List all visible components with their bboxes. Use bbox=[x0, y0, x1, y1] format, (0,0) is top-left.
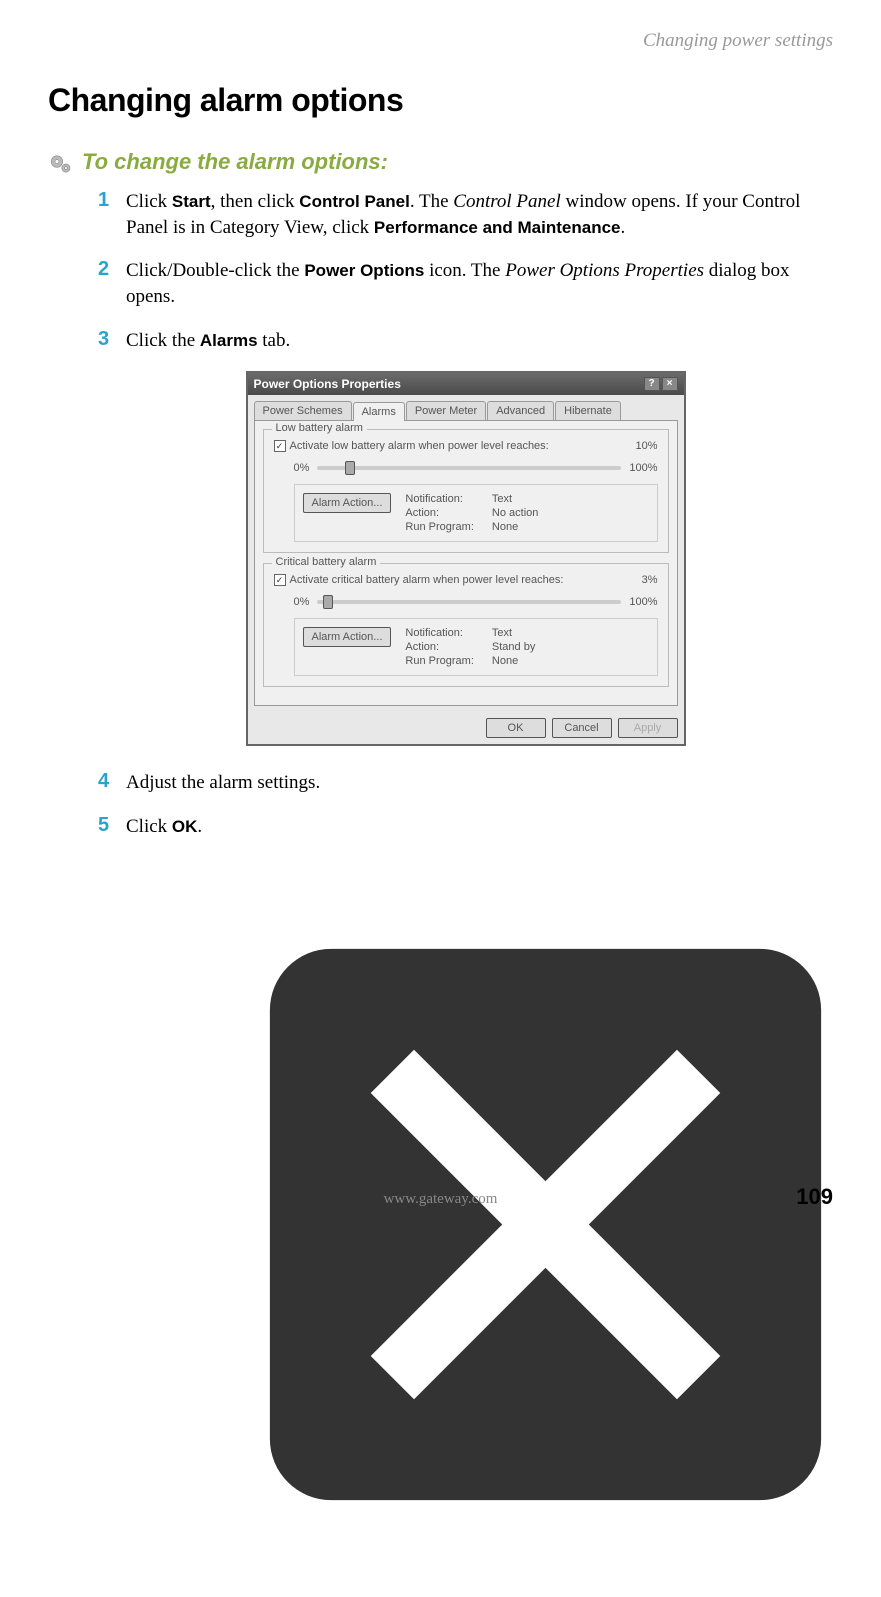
step-number: 3 bbox=[98, 328, 112, 351]
power-options-window: Power Options Properties ? × Power Schem… bbox=[246, 371, 686, 746]
help-icon[interactable]: ? bbox=[644, 377, 660, 391]
crit-percent: 3% bbox=[642, 574, 658, 586]
text: Adjust the alarm settings. bbox=[126, 772, 320, 793]
kv-val: Stand by bbox=[492, 641, 535, 653]
text: . The bbox=[410, 191, 453, 212]
footer-url: www.gateway.com bbox=[384, 1191, 498, 1208]
kv-key: Run Program: bbox=[405, 655, 473, 667]
text: icon. The bbox=[424, 260, 505, 281]
tab-power-schemes[interactable]: Power Schemes bbox=[254, 401, 352, 420]
text: Click bbox=[126, 191, 172, 212]
running-header: Changing power settings bbox=[48, 30, 833, 52]
page-number: 109 bbox=[796, 1184, 833, 1210]
page-footer: www.gateway.com bbox=[0, 1191, 881, 1208]
text: Click bbox=[126, 816, 172, 837]
tab-advanced[interactable]: Advanced bbox=[487, 401, 554, 420]
ok-button[interactable]: OK bbox=[486, 718, 546, 738]
tab-body: Low battery alarm ✓ Activate low battery… bbox=[254, 420, 678, 706]
slider-min: 0% bbox=[294, 596, 310, 608]
kv-val: None bbox=[492, 655, 535, 667]
tab-hibernate[interactable]: Hibernate bbox=[555, 401, 621, 420]
step-text: Click the Alarms tab. bbox=[126, 328, 290, 354]
step-4: 4 Adjust the alarm settings. bbox=[98, 770, 833, 796]
text: , then click bbox=[211, 191, 300, 212]
step-number: 1 bbox=[98, 189, 112, 212]
kv-key: Notification: bbox=[405, 627, 473, 639]
tabs-row: Power Schemes Alarms Power Meter Advance… bbox=[248, 395, 684, 420]
dialog-button-row: OK Cancel Apply bbox=[248, 712, 684, 744]
low-percent: 10% bbox=[635, 440, 657, 452]
bold: Start bbox=[172, 192, 211, 211]
kv-key: Notification: bbox=[405, 493, 473, 505]
kv-val: None bbox=[492, 521, 538, 533]
dialog-screenshot: Power Options Properties ? × Power Schem… bbox=[246, 371, 686, 746]
gears-icon bbox=[48, 151, 74, 177]
low-alarm-action-button[interactable]: Alarm Action... bbox=[303, 493, 392, 513]
kv-key: Action: bbox=[405, 507, 473, 519]
page-title: Changing alarm options bbox=[48, 82, 833, 119]
kv-key: Action: bbox=[405, 641, 473, 653]
slider-max: 100% bbox=[629, 596, 657, 608]
end-of-procedure-icon bbox=[178, 1579, 881, 1596]
step-text: Click Start, then click Control Panel. T… bbox=[126, 189, 833, 240]
bold: Performance and Maintenance bbox=[374, 218, 621, 237]
step-text: Click OK. bbox=[126, 814, 202, 840]
bold: Power Options bbox=[304, 261, 424, 280]
text: . bbox=[621, 217, 626, 238]
critical-battery-group: Critical battery alarm ✓ Activate critic… bbox=[263, 563, 669, 687]
kv-val: Text bbox=[492, 493, 538, 505]
italic: Power Options Properties bbox=[505, 260, 704, 281]
kv-val: Text bbox=[492, 627, 535, 639]
step-text: Click/Double-click the Power Options ico… bbox=[126, 258, 833, 309]
kv-val: No action bbox=[492, 507, 538, 519]
titlebar: Power Options Properties ? × bbox=[248, 373, 684, 395]
bold: Alarms bbox=[200, 331, 258, 350]
tab-alarms[interactable]: Alarms bbox=[353, 402, 405, 421]
step-number: 5 bbox=[98, 814, 112, 837]
crit-slider[interactable] bbox=[317, 600, 621, 604]
text: . bbox=[197, 816, 202, 837]
step-2: 2 Click/Double-click the Power Options i… bbox=[98, 258, 833, 309]
checkbox-label: Activate critical battery alarm when pow… bbox=[290, 574, 564, 586]
slider-max: 100% bbox=[629, 462, 657, 474]
slider-thumb[interactable] bbox=[345, 461, 355, 475]
step-1: 1 Click Start, then click Control Panel.… bbox=[98, 189, 833, 240]
tab-power-meter[interactable]: Power Meter bbox=[406, 401, 486, 420]
low-slider[interactable] bbox=[317, 466, 621, 470]
close-icon[interactable]: × bbox=[662, 377, 678, 391]
step-5: 5 Click OK. bbox=[98, 814, 833, 840]
bold: Control Panel bbox=[299, 192, 410, 211]
low-battery-group: Low battery alarm ✓ Activate low battery… bbox=[263, 429, 669, 553]
italic: Control Panel bbox=[453, 191, 561, 212]
crit-alarm-action-button[interactable]: Alarm Action... bbox=[303, 627, 392, 647]
text: Click/Double-click the bbox=[126, 260, 304, 281]
kv-key: Run Program: bbox=[405, 521, 473, 533]
slider-min: 0% bbox=[294, 462, 310, 474]
cancel-button[interactable]: Cancel bbox=[552, 718, 612, 738]
window-title: Power Options Properties bbox=[254, 377, 401, 391]
low-checkbox[interactable]: ✓ bbox=[274, 440, 286, 452]
step-list: 1 Click Start, then click Control Panel.… bbox=[98, 189, 833, 1597]
step-number: 4 bbox=[98, 770, 112, 793]
apply-button[interactable]: Apply bbox=[618, 718, 678, 738]
procedure-heading: To change the alarm options: bbox=[82, 149, 388, 175]
group-label: Low battery alarm bbox=[272, 422, 367, 434]
slider-thumb[interactable] bbox=[323, 595, 333, 609]
bold: OK bbox=[172, 817, 198, 836]
text: tab. bbox=[258, 330, 291, 351]
checkbox-label: Activate low battery alarm when power le… bbox=[290, 440, 549, 452]
step-3: 3 Click the Alarms tab. bbox=[98, 328, 833, 354]
step-text: Adjust the alarm settings. bbox=[126, 770, 320, 796]
crit-checkbox[interactable]: ✓ bbox=[274, 574, 286, 586]
step-number: 2 bbox=[98, 258, 112, 281]
text: Click the bbox=[126, 330, 200, 351]
group-label: Critical battery alarm bbox=[272, 556, 381, 568]
